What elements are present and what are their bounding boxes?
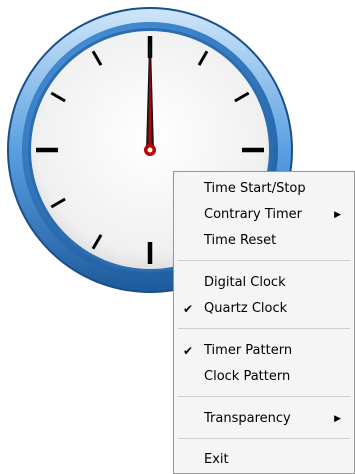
- menu-item-time-start-stop[interactable]: Time Start/Stop: [175, 178, 353, 200]
- menu-item-quartz-clock[interactable]: ✔ Quartz Clock: [175, 298, 353, 320]
- menu-item-label: Time Reset: [204, 233, 277, 248]
- menu-item-label: Quartz Clock: [204, 301, 288, 316]
- hands-hub-center: [147, 147, 153, 153]
- menu-item-label: Digital Clock: [204, 275, 286, 290]
- menu-item-label: Transparency: [204, 411, 291, 426]
- menu-separator: [178, 260, 350, 261]
- menu-item-time-reset[interactable]: Time Reset: [175, 230, 353, 252]
- check-icon: ✔: [183, 302, 194, 316]
- context-menu: Time Start/Stop Contrary Timer ▶ Time Re…: [173, 171, 355, 474]
- menu-item-timer-pattern[interactable]: ✔ Timer Pattern: [175, 340, 353, 362]
- menu-item-label: Timer Pattern: [204, 343, 293, 358]
- menu-item-digital-clock[interactable]: Digital Clock: [175, 272, 353, 294]
- menu-item-transparency[interactable]: Transparency ▶: [175, 408, 353, 430]
- check-icon: ✔: [183, 344, 194, 358]
- menu-item-label: Time Start/Stop: [204, 181, 306, 196]
- submenu-arrow-icon: ▶: [334, 210, 341, 220]
- menu-item-exit[interactable]: Exit: [175, 449, 353, 471]
- menu-item-contrary-timer[interactable]: Contrary Timer ▶: [175, 204, 353, 226]
- menu-separator: [178, 438, 350, 439]
- menu-item-label: Clock Pattern: [204, 369, 291, 384]
- menu-item-label: Exit: [204, 452, 229, 467]
- desktop-area: Time Start/Stop Contrary Timer ▶ Time Re…: [0, 0, 355, 474]
- submenu-arrow-icon: ▶: [334, 414, 341, 424]
- menu-separator: [178, 396, 350, 397]
- menu-item-clock-pattern[interactable]: Clock Pattern: [175, 366, 353, 388]
- menu-separator: [178, 328, 350, 329]
- menu-item-label: Contrary Timer: [204, 207, 303, 222]
